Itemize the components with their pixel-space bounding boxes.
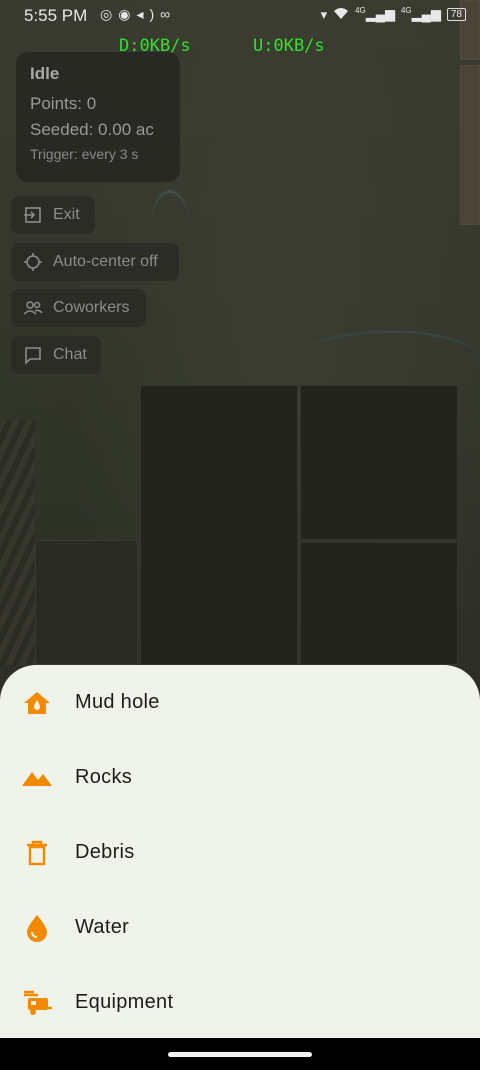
- chat-button[interactable]: Chat: [11, 336, 101, 374]
- rv-equipment-icon: [22, 988, 52, 1018]
- coworkers-button[interactable]: Coworkers: [11, 289, 146, 327]
- map-ridge: [0, 420, 35, 665]
- points-label: Points: 0: [30, 94, 97, 113]
- sheet-item-label: Water: [75, 916, 130, 938]
- navigation-bar: [0, 1038, 480, 1070]
- crosshair-icon: [24, 253, 42, 271]
- house-drop-icon: [22, 688, 52, 718]
- status-notification-icons: ◎◉◂)∞: [100, 6, 176, 23]
- whatsapp-icon: ◎: [100, 6, 119, 22]
- people-icon: [23, 301, 43, 315]
- seeding-info-panel: Idle Points: 0 Seeded: 0.00 ac Trigger: …: [16, 52, 180, 182]
- exit-button[interactable]: Exit: [11, 196, 95, 234]
- vibrate-icon: ▾: [320, 6, 328, 22]
- coworkers-label: Coworkers: [53, 299, 130, 316]
- map-field: [300, 542, 458, 665]
- signal-4g-icon: 4G▂▄▆: [400, 6, 441, 22]
- sheet-item-debris[interactable]: Debris: [0, 815, 480, 890]
- auto-center-button[interactable]: Auto-center off: [11, 243, 179, 281]
- network-label: 4G: [355, 6, 366, 16]
- link-icon: ∞: [160, 6, 177, 22]
- sheet-item-label: Debris: [75, 841, 135, 863]
- obstacle-type-sheet: Mud hole Rocks Debris Water Equipment: [0, 665, 480, 1038]
- battery-icon: 78: [446, 8, 466, 21]
- wifi-icon: [333, 6, 349, 23]
- home-gesture-handle[interactable]: [168, 1052, 312, 1057]
- sheet-item-rocks[interactable]: Rocks: [0, 740, 480, 815]
- auto-center-label: Auto-center off: [53, 253, 158, 270]
- mountains-icon: [22, 763, 52, 793]
- signal-4g-icon: 4G▂▄▆: [355, 6, 395, 22]
- chat-icon: [25, 347, 41, 365]
- seeded-label: Seeded: 0.00 ac: [30, 120, 154, 139]
- sheet-item-mud-hole[interactable]: Mud hole: [0, 665, 480, 740]
- sheet-item-label: Equipment: [75, 991, 174, 1013]
- status-system-icons: ▾ 4G▂▄▆ 4G▂▄▆ 78: [321, 6, 466, 23]
- map-field: [460, 65, 480, 225]
- sheet-item-equipment[interactable]: Equipment: [0, 965, 480, 1040]
- trigger-label: Trigger: every 3 s: [30, 146, 139, 162]
- water-drop-icon: [22, 913, 52, 943]
- upload-speed: U:0KB/s: [253, 36, 325, 56]
- network-label: 4G: [400, 6, 412, 16]
- map-field: [35, 540, 138, 665]
- sheet-item-label: Rocks: [75, 766, 133, 788]
- status-time: 5:55 PM: [24, 6, 88, 25]
- exit-label: Exit: [53, 206, 80, 223]
- map-field: [300, 385, 458, 540]
- state-label: Idle: [30, 64, 60, 83]
- map-stream: [300, 330, 480, 390]
- status-bar: 5:55 PM ◎◉◂)∞ ▾ 4G▂▄▆ 4G▂▄▆ 78: [0, 0, 480, 32]
- map-field: [140, 385, 298, 665]
- status-icon: ◉: [118, 6, 137, 22]
- sheet-item-label: Mud hole: [75, 691, 160, 713]
- sheet-item-water[interactable]: Water: [0, 890, 480, 965]
- chat-label: Chat: [53, 346, 87, 363]
- volume-icon: ◂): [136, 6, 161, 22]
- exit-icon: [24, 207, 41, 223]
- trash-icon: [22, 838, 52, 868]
